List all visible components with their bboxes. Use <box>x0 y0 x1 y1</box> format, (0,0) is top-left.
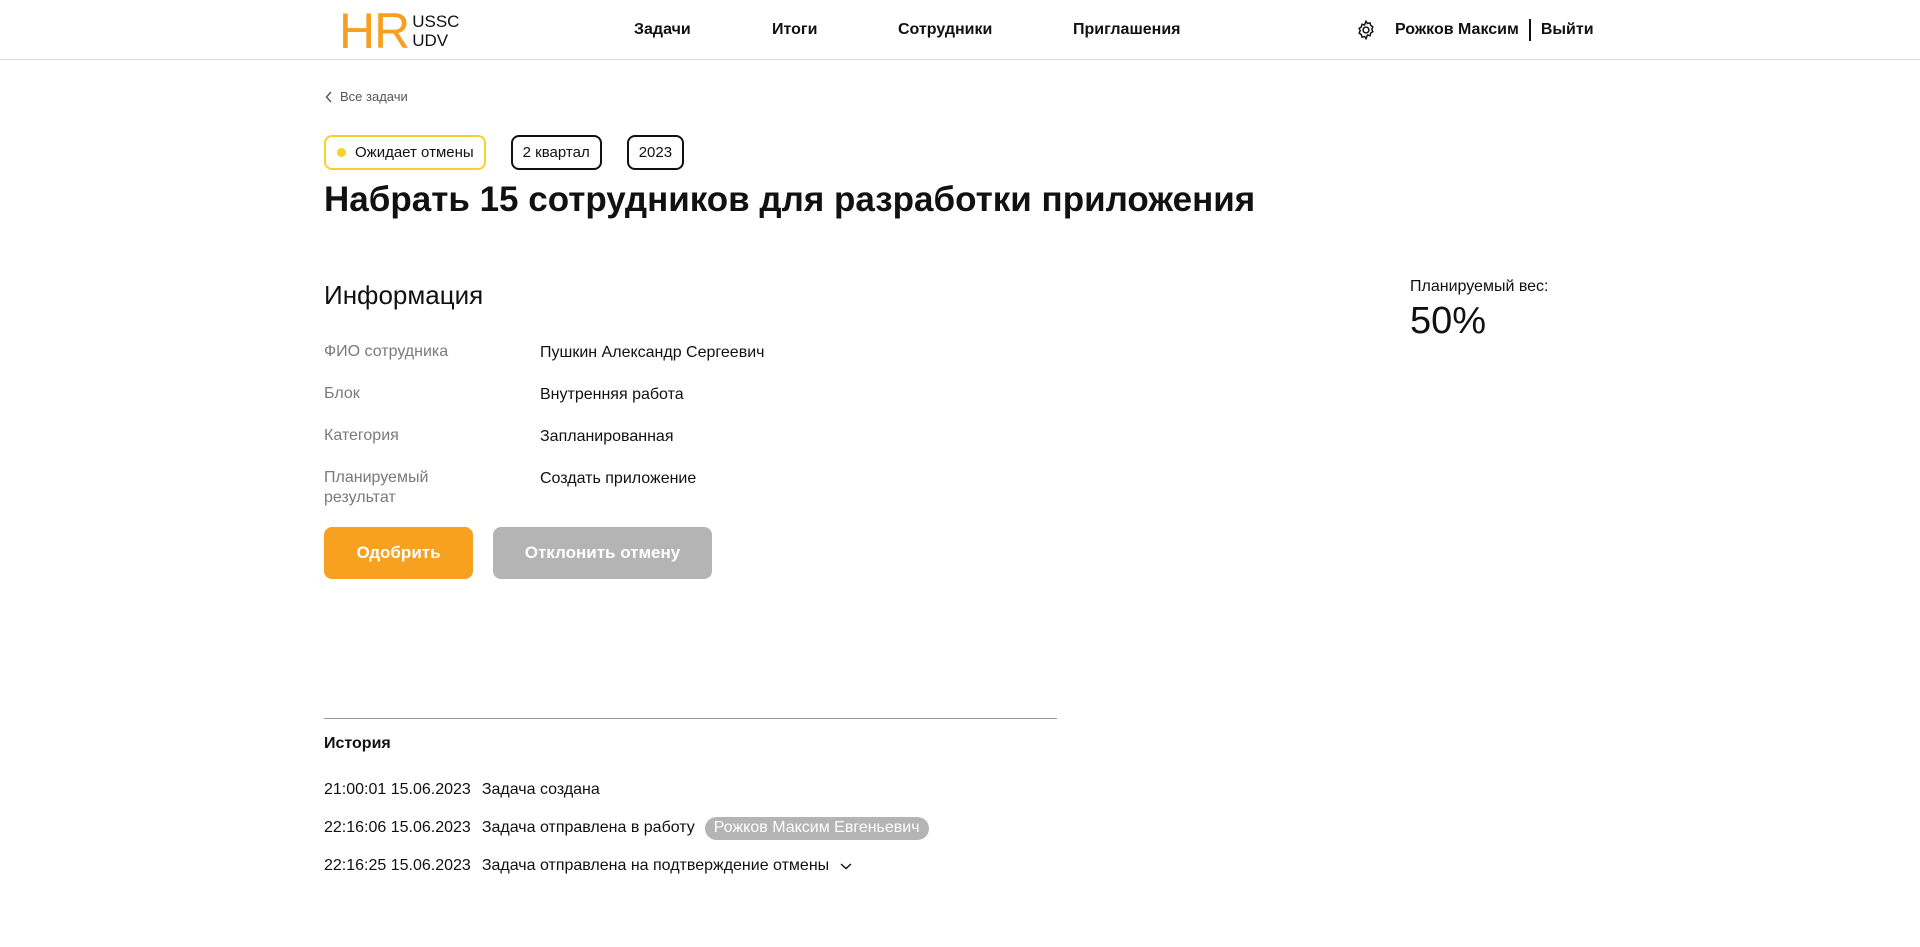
quarter-badge: 2 квартал <box>510 135 602 170</box>
info-section-title: Информация <box>324 280 484 310</box>
info-row-planned-result: Планируемый результат Создать приложение <box>324 468 924 510</box>
logo-line-ussc: USSC <box>412 12 460 31</box>
info-row-category: Категория Запланированная <box>324 426 924 468</box>
info-label: Категория <box>324 427 399 444</box>
info-value: Создать приложение <box>540 470 697 487</box>
history-list: 21:00:01 15.06.2023 Задача создана 22:16… <box>324 771 929 885</box>
reject-cancel-button[interactable]: Отклонить отмену <box>493 527 712 579</box>
user-divider <box>1528 19 1531 41</box>
logo-subtitle: USSC UDV <box>412 12 459 50</box>
info-value: Запланированная <box>540 428 674 445</box>
history-item: 21:00:01 15.06.2023 Задача создана <box>324 771 929 809</box>
history-item: 22:16:06 15.06.2023 Задача отправлена в … <box>324 809 929 847</box>
info-row-block: Блок Внутренняя работа <box>324 384 924 426</box>
nav-tasks[interactable]: Задачи <box>634 21 691 39</box>
info-value: Пушкин Александр Сергеевич <box>540 344 765 361</box>
planned-weight: Планируемый вес: 50% <box>1410 278 1549 343</box>
nav-invitations[interactable]: Приглашения <box>1073 21 1181 39</box>
logo-line-udv: UDV <box>412 31 449 50</box>
chevron-left-icon <box>325 91 332 102</box>
weight-value: 50% <box>1410 300 1487 342</box>
history-title: История <box>324 735 391 752</box>
info-row-employee: ФИО сотрудника Пушкин Александр Сергееви… <box>324 342 924 384</box>
status-badge-label: Ожидает отмены <box>355 144 474 161</box>
breadcrumb-label: Все задачи <box>340 89 408 104</box>
history-time: 21:00:01 15.06.2023 <box>324 781 471 798</box>
info-label: Планируемый результат <box>324 469 429 506</box>
logout-link[interactable]: Выйти <box>1541 21 1594 39</box>
history-text: Задача отправлена на подтверждение отмен… <box>481 857 830 874</box>
history-text: Задача отправлена в работу <box>481 819 695 836</box>
history-user-tag: Рожков Максим Евгеньевич <box>704 816 929 840</box>
info-value: Внутренняя работа <box>540 386 684 403</box>
logo-hr: HR <box>339 3 410 59</box>
action-buttons: Одобрить Отклонить отмену <box>324 527 712 579</box>
history-item: 22:16:25 15.06.2023 Задача отправлена на… <box>324 847 929 885</box>
task-badges: Ожидает отмены 2 квартал 2023 <box>324 135 685 170</box>
gear-icon[interactable] <box>1355 19 1377 41</box>
chevron-down-icon[interactable] <box>839 861 853 871</box>
quarter-badge-label: 2 квартал <box>522 144 590 161</box>
logo[interactable]: HR USSC UDV <box>339 3 459 59</box>
history-time: 22:16:06 15.06.2023 <box>324 819 471 836</box>
user-area: Рожков Максим Выйти <box>1355 0 1594 60</box>
info-label: Блок <box>324 385 360 402</box>
history-time: 22:16:25 15.06.2023 <box>324 857 471 874</box>
history-text: Задача создана <box>481 781 600 798</box>
year-badge: 2023 <box>626 135 685 170</box>
nav-employees[interactable]: Сотрудники <box>898 21 992 39</box>
year-badge-label: 2023 <box>638 144 673 161</box>
approve-button[interactable]: Одобрить <box>324 527 473 579</box>
user-name[interactable]: Рожков Максим <box>1395 21 1519 39</box>
info-list: ФИО сотрудника Пушкин Александр Сергееви… <box>324 342 924 510</box>
info-label: ФИО сотрудника <box>324 343 449 360</box>
history-divider <box>324 718 1057 719</box>
status-dot <box>337 148 346 157</box>
top-header: HR USSC UDV Задачи Итоги Сотрудники Приг… <box>0 0 1920 60</box>
page-title: Набрать 15 сотрудников для разработки пр… <box>324 180 1256 219</box>
status-badge: Ожидает отмены <box>324 135 486 170</box>
nav-results[interactable]: Итоги <box>772 21 817 39</box>
breadcrumb-back[interactable]: Все задачи <box>325 89 408 104</box>
weight-label: Планируемый вес: <box>1410 278 1549 295</box>
